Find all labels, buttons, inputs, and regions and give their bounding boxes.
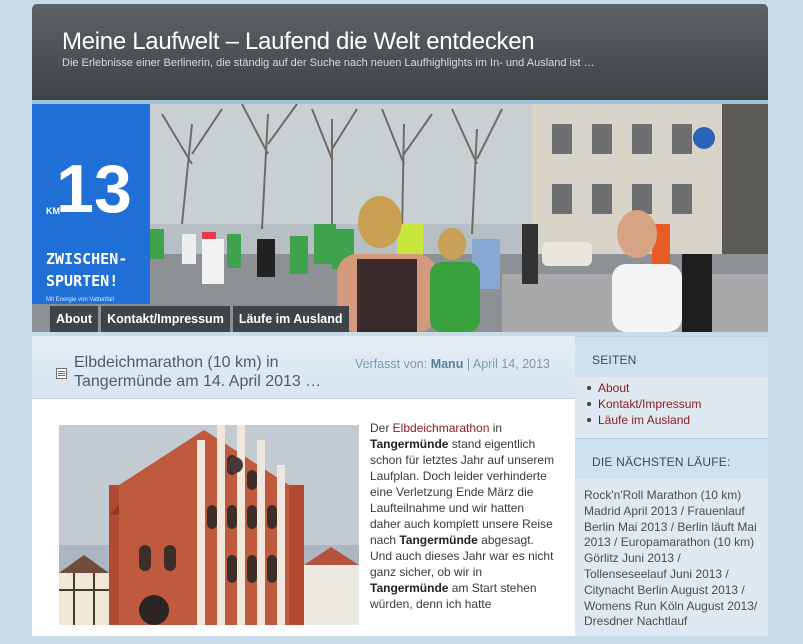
post-format-icon [56, 368, 67, 379]
pages-widget-title: SEITEN [592, 353, 637, 367]
main-navigation: About Kontakt/Impressum Läufe im Ausland [50, 306, 349, 332]
header-banner-image: 13 KM ZWISCHEN- SPURTEN! Mit Energie von… [32, 104, 768, 332]
nav-item-laeufe-im-ausland[interactable]: Läufe im Ausland [232, 306, 349, 332]
next-races-widget-title: DIE NÄCHSTEN LÄUFE: [592, 455, 731, 469]
post-image-town-hall[interactable] [59, 425, 359, 625]
nav-item-about[interactable]: About [50, 306, 99, 332]
post-excerpt: Der Elbdeichmarathon in Tangermünde stan… [370, 420, 555, 612]
next-races-text: Rock'n'Roll Marathon (10 km) Madrid Apri… [584, 488, 758, 629]
banner-photo: 13 KM ZWISCHEN- SPURTEN! Mit Energie von… [32, 104, 768, 332]
nav-item-kontakt-impressum[interactable]: Kontakt/Impressum [101, 306, 230, 332]
pages-widget-heading: SEITEN [575, 336, 768, 377]
site-description: Die Erlebnisse einer Berlinerin, die stä… [62, 57, 595, 69]
sidebar-page-kontakt-impressum[interactable]: Kontakt/Impressum [586, 396, 701, 412]
post-title[interactable]: Elbdeichmarathon (10 km) in Tangermünde … [74, 353, 334, 391]
main-content: Elbdeichmarathon (10 km) in Tangermünde … [32, 336, 575, 636]
km-unit-label: KM [46, 206, 60, 216]
post-meta-separator: | [466, 357, 471, 371]
page-wrapper: Meine Laufwelt – Laufend die Welt entdec… [32, 4, 768, 644]
town-hall-photo [59, 425, 359, 625]
post-meta: Verfasst von: Manu | April 14, 2013 [355, 357, 550, 371]
sign-line-2: SPURTEN! [46, 272, 118, 290]
sign-sponsor: Mit Energie von Vattenfall [46, 297, 114, 303]
next-races-widget-heading: DIE NÄCHSTEN LÄUFE: [575, 438, 768, 479]
site-header: Meine Laufwelt – Laufend die Welt entdec… [32, 4, 768, 100]
sidebar: SEITEN About Kontakt/Impressum Läufe im … [575, 336, 768, 636]
post-bold-tangermuende: Tangermünde [399, 533, 478, 547]
post-bold-tangermuende: Tangermünde [370, 437, 449, 451]
sidebar-page-laeufe-im-ausland[interactable]: Läufe im Ausland [586, 412, 701, 428]
post-meta-prefix: Verfasst von: [354, 357, 428, 371]
site-title[interactable]: Meine Laufwelt – Laufend die Welt entdec… [62, 28, 535, 56]
elbdeichmarathon-link[interactable]: Elbdeichmarathon [393, 421, 490, 435]
post-bold-tangermuende: Tangermünde [370, 581, 449, 595]
post-date-link[interactable]: April 14, 2013 [473, 357, 550, 371]
post-author-link[interactable]: Manu [431, 357, 464, 371]
sidebar-page-about[interactable]: About [586, 380, 701, 396]
post-header: Elbdeichmarathon (10 km) in Tangermünde … [32, 336, 575, 399]
pages-list: About Kontakt/Impressum Läufe im Ausland [585, 380, 701, 428]
post-text-segment: in [489, 421, 503, 435]
sign-line-1: ZWISCHEN- [46, 250, 127, 268]
km-marker-number: 13 [56, 151, 132, 227]
post-text-segment: Der [370, 421, 393, 435]
post-text-segment: stand eigentlich schon für letztes Jahr … [370, 437, 555, 547]
